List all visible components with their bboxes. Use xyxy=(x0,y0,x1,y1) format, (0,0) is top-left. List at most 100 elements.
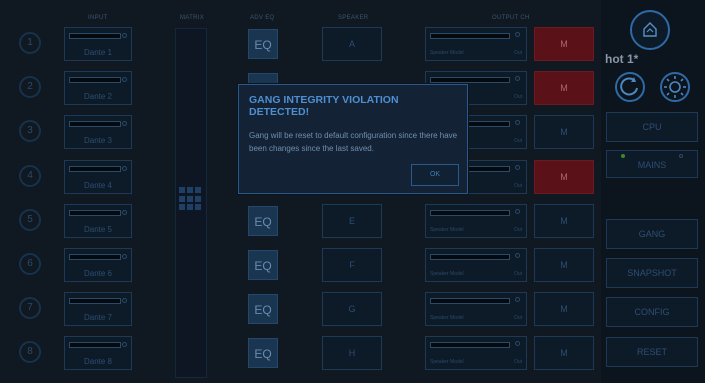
input-channel[interactable]: Dante 7 xyxy=(64,292,132,327)
channel-number[interactable]: 7 xyxy=(19,297,41,320)
refresh-button[interactable] xyxy=(615,72,645,102)
input-clip-indicator-icon xyxy=(122,121,127,127)
output-label: Out xyxy=(513,315,522,322)
output-level-meter xyxy=(430,254,510,260)
output-label: Out xyxy=(513,138,522,145)
snapshot-button[interactable]: SNAPSHOT xyxy=(606,258,698,288)
output-label: Out xyxy=(513,50,522,56)
output-channel[interactable]: Speaker Model Out xyxy=(425,248,527,282)
home-icon xyxy=(643,22,657,37)
mute-button[interactable]: M xyxy=(534,159,594,194)
input-channel[interactable]: Dante 2 xyxy=(64,71,132,106)
input-clip-indicator-icon xyxy=(122,298,127,304)
brightness-button[interactable] xyxy=(660,72,690,102)
input-label: Dante 3 xyxy=(83,136,113,146)
channel-number[interactable]: 2 xyxy=(19,76,41,99)
reset-button[interactable]: RESET xyxy=(606,337,698,367)
speaker-button[interactable]: H xyxy=(322,336,382,371)
eq-button[interactable]: EQ xyxy=(248,205,278,236)
channel-number[interactable]: 8 xyxy=(19,341,41,364)
input-channel[interactable]: Dante 3 xyxy=(64,115,132,150)
mute-button[interactable]: M xyxy=(534,115,594,150)
gang-button[interactable]: GANG xyxy=(606,219,698,249)
eq-button[interactable]: EQ xyxy=(248,294,278,325)
output-level-meter xyxy=(430,77,510,84)
eq-button[interactable]: EQ xyxy=(248,250,278,280)
output-channel[interactable]: Speaker Model Out xyxy=(425,203,527,238)
speaker-button[interactable]: E xyxy=(322,203,382,238)
dialog-message: Gang will be reset to default configurat… xyxy=(249,131,458,153)
gang-violation-dialog: GANG INTEGRITY VIOLATION DETECTED! Gang … xyxy=(238,84,468,194)
header-matrix: MATRIX xyxy=(180,15,205,21)
input-channel[interactable]: Dante 5 xyxy=(64,203,132,238)
input-level-meter xyxy=(69,33,121,39)
input-channel[interactable]: Dante 8 xyxy=(64,336,132,371)
mute-button[interactable]: M xyxy=(534,248,594,282)
output-clip-indicator-icon xyxy=(515,208,520,214)
brightness-icon xyxy=(664,76,686,98)
input-level-meter xyxy=(69,298,121,305)
mute-button[interactable]: M xyxy=(534,71,594,106)
speaker-model-label: Speaker Model xyxy=(430,271,464,277)
channel-row: 1 Dante 1 EQ A Speaker Model Out M xyxy=(0,23,600,67)
input-label: Dante 2 xyxy=(83,92,113,102)
input-level-meter xyxy=(69,209,121,216)
mains-button[interactable]: MAINS xyxy=(606,150,698,178)
input-level-meter xyxy=(69,77,121,84)
input-clip-indicator-icon xyxy=(122,165,127,171)
header-speaker: SPEAKER xyxy=(338,15,369,21)
eq-button[interactable]: EQ xyxy=(248,338,278,369)
ok-button[interactable]: OK xyxy=(411,164,459,186)
mute-button[interactable]: M xyxy=(534,292,594,327)
input-label: Dante 8 xyxy=(83,357,113,367)
output-level-meter xyxy=(430,33,510,39)
input-channel[interactable]: Dante 6 xyxy=(64,248,132,282)
header-input: INPUT xyxy=(88,15,108,21)
input-level-meter xyxy=(69,342,121,349)
speaker-button[interactable]: G xyxy=(322,292,382,327)
output-channel[interactable]: Speaker Model Out xyxy=(425,27,527,61)
channel-row: 8 Dante 8 EQ H Speaker Model Out M xyxy=(0,332,600,376)
mute-button[interactable]: M xyxy=(534,203,594,238)
input-clip-indicator-icon xyxy=(122,342,127,348)
input-clip-indicator-icon xyxy=(122,254,127,259)
output-label: Out xyxy=(513,182,522,189)
header-adv-eq: ADV EQ xyxy=(250,15,275,21)
output-label: Out xyxy=(513,94,522,101)
input-label: Dante 1 xyxy=(83,48,113,57)
input-level-meter xyxy=(69,121,121,128)
channel-row: 6 Dante 6 EQ F Speaker Model Out M xyxy=(0,244,600,288)
output-level-meter xyxy=(430,342,510,349)
output-clip-indicator-icon xyxy=(515,32,520,37)
output-label: Out xyxy=(513,271,522,277)
header-output-ch: OUTPUT CH xyxy=(492,15,530,21)
refresh-icon xyxy=(620,77,638,96)
speaker-model-label: Speaker Model xyxy=(430,315,464,322)
mute-button[interactable]: M xyxy=(534,336,594,371)
cpu-button[interactable]: CPU xyxy=(606,112,698,142)
output-label: Out xyxy=(513,226,522,233)
channel-number[interactable]: 4 xyxy=(19,164,41,187)
speaker-button[interactable]: A xyxy=(322,27,382,61)
dialog-title: GANG INTEGRITY VIOLATION DETECTED! xyxy=(249,94,399,118)
channel-number[interactable]: 5 xyxy=(19,208,41,231)
output-clip-indicator-icon xyxy=(515,120,520,126)
speaker-button[interactable]: F xyxy=(322,248,382,282)
mute-button[interactable]: M xyxy=(534,27,594,61)
channel-number[interactable]: 1 xyxy=(19,32,41,54)
input-clip-indicator-icon xyxy=(122,33,127,38)
output-clip-indicator-icon xyxy=(515,253,520,258)
output-clip-indicator-icon xyxy=(515,76,520,82)
output-level-meter xyxy=(430,209,510,216)
output-channel[interactable]: Speaker Model Out xyxy=(425,336,527,371)
eq-button[interactable]: EQ xyxy=(248,29,278,59)
input-channel[interactable]: Dante 4 xyxy=(64,159,132,194)
input-channel[interactable]: Dante 1 xyxy=(64,27,132,61)
config-button[interactable]: CONFIG xyxy=(606,297,698,327)
input-label: Dante 5 xyxy=(83,224,113,234)
output-channel[interactable]: Speaker Model Out xyxy=(425,292,527,327)
home-button[interactable] xyxy=(630,10,670,50)
channel-number[interactable]: 3 xyxy=(19,120,41,143)
channel-number[interactable]: 6 xyxy=(19,253,41,275)
input-clip-indicator-icon xyxy=(122,77,127,83)
